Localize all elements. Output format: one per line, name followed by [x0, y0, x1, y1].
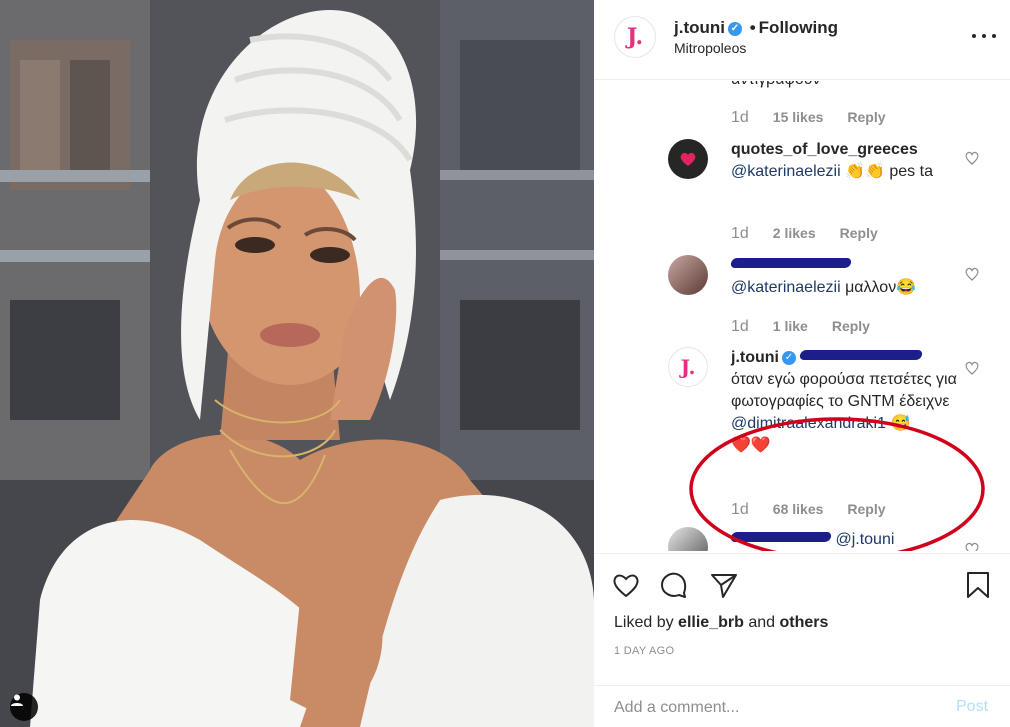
comment-item: j.touni ✓ όταν εγώ φορούσα πετσέτες για φ…: [731, 347, 961, 457]
post-location[interactable]: Mitropoleos: [674, 40, 746, 56]
comment-item: @katerinaelezii μαλλον😂: [729, 255, 951, 299]
comment-time[interactable]: 1d: [731, 318, 749, 336]
redacted-mention: [799, 350, 924, 360]
like-comment-heart-icon[interactable]: [964, 541, 980, 551]
bookmark-icon[interactable]: [962, 569, 994, 601]
comment-meta: 1d 68 likes Reply: [731, 501, 886, 519]
comment-text: pes ta: [889, 163, 933, 180]
post-date[interactable]: 1 DAY AGO: [614, 645, 674, 657]
comment-emoji-hearts: ❤️❤️: [731, 437, 771, 454]
share-icon[interactable]: [708, 569, 740, 601]
comment-username[interactable]: j.touni: [731, 349, 779, 366]
comment-time[interactable]: 1d: [731, 225, 749, 243]
comment-likes[interactable]: 2 likes: [773, 225, 816, 241]
verified-badge-icon: ✓: [727, 21, 742, 36]
comment-meta: 1d 2 likes Reply: [731, 225, 878, 243]
post-actions: [594, 565, 1010, 605]
comment-item: quotes_of_love_greeces @katerinaelezii 👏…: [731, 139, 951, 183]
following-button[interactable]: Following: [759, 18, 838, 37]
author-line: j.touni ✓ • Following: [674, 18, 838, 38]
reply-button[interactable]: Reply: [847, 109, 885, 125]
comment-avatar[interactable]: [668, 255, 708, 295]
comment-mention[interactable]: @katerinaelezii: [731, 279, 841, 296]
comment-text: όταν εγώ φορούσα πετσέτες για φωτογραφίε…: [731, 371, 957, 410]
author-avatar[interactable]: J.: [614, 16, 656, 58]
comment-icon[interactable]: [658, 569, 690, 601]
comment-text-fragment: αντιγραφουν: [731, 81, 821, 89]
heart-icon[interactable]: [610, 569, 642, 601]
liked-by-user[interactable]: ellie_brb: [678, 614, 744, 631]
comment-time[interactable]: 1d: [731, 501, 749, 519]
liked-by-others[interactable]: others: [779, 614, 828, 631]
reply-button[interactable]: Reply: [840, 225, 878, 241]
like-comment-heart-icon[interactable]: [964, 266, 980, 282]
reply-button[interactable]: Reply: [832, 318, 870, 334]
comment-avatar[interactable]: J.: [668, 347, 708, 387]
separator-dot: •: [749, 18, 756, 37]
comment-likes[interactable]: 68 likes: [773, 501, 824, 517]
comments-list[interactable]: αντιγραφουν 1d 15 likes Reply quotes_of_…: [594, 81, 1010, 551]
comment-time[interactable]: 1d: [731, 109, 749, 127]
more-icon[interactable]: [972, 26, 996, 46]
comment-avatar[interactable]: [668, 527, 708, 551]
photo-illustration: [0, 0, 594, 727]
comment-username[interactable]: quotes_of_love_greeces: [731, 141, 918, 158]
comment-mention[interactable]: @katerinaelezii: [731, 163, 841, 180]
comment-mention[interactable]: @j.touni: [835, 531, 894, 548]
post-side-panel: J. j.touni✓ •Following Mitropoleos αντιγ…: [594, 0, 1010, 727]
liked-by-prefix: Liked by: [614, 614, 674, 631]
verified-badge-icon: ✓: [781, 351, 796, 365]
comment-meta: 1d 1 like Reply: [731, 318, 870, 336]
comment-emoji: 😅: [890, 415, 911, 432]
comment-emoji: 👏👏: [845, 163, 885, 180]
add-comment-row: Post: [594, 685, 1010, 727]
author-username[interactable]: j.touni: [674, 18, 725, 37]
redacted-username: [729, 532, 833, 542]
user-tag-icon[interactable]: [10, 693, 38, 721]
comment-text: μαλλον: [845, 279, 897, 296]
comment-emoji: 😂: [896, 279, 917, 296]
post-header: J. j.touni ✓ • Following Mitropoleos: [594, 0, 1010, 80]
comment-meta: 1d 15 likes Reply: [731, 109, 886, 127]
post-photo[interactable]: [0, 0, 594, 727]
comment-mention[interactable]: @dimitraalexandraki1: [731, 415, 886, 432]
add-comment-input[interactable]: [614, 696, 934, 720]
comment-likes[interactable]: 1 like: [773, 318, 808, 334]
like-comment-heart-icon[interactable]: [964, 360, 980, 376]
avatar-letter: J.: [626, 24, 644, 50]
avatar-letter: J.: [680, 355, 696, 379]
like-comment-heart-icon[interactable]: [964, 150, 980, 166]
reply-button[interactable]: Reply: [847, 501, 885, 517]
redacted-username: [729, 258, 853, 268]
post-comment-button[interactable]: Post: [956, 698, 988, 716]
comment-item: @j.touni: [729, 529, 951, 551]
comment-likes[interactable]: 15 likes: [773, 109, 824, 125]
liked-by-and: and: [748, 614, 776, 631]
liked-by-line: Liked by ellie_brb and others: [614, 614, 828, 632]
actions-divider: [594, 553, 1010, 554]
comment-avatar[interactable]: [668, 139, 708, 179]
